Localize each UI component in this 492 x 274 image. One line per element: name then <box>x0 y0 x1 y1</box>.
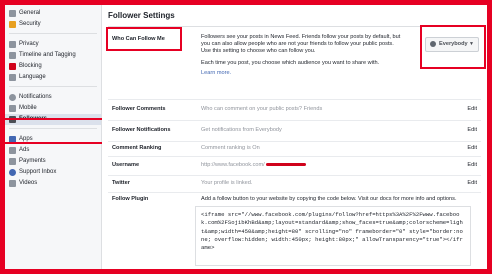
who-can-follow-description: Followers see your posts in News Feed. F… <box>201 34 401 77</box>
lock-icon <box>9 41 16 48</box>
sidebar-item-notifications[interactable]: Notifications <box>5 92 101 103</box>
edit-link[interactable]: Edit <box>467 127 477 133</box>
payments-icon <box>9 158 16 165</box>
sidebar-item-label: Mobile <box>19 105 37 111</box>
video-icon <box>9 180 16 187</box>
sidebar-item-language[interactable]: Language <box>5 72 101 83</box>
learn-more-link[interactable]: Learn more. <box>201 70 401 77</box>
sidebar-group-privacy: Privacy Timeline and Tagging Blocking La… <box>5 36 101 83</box>
sidebar-item-payments[interactable]: Payments <box>5 156 101 167</box>
follow-plugin-label: Follow Plugin <box>112 196 149 202</box>
gear-icon <box>9 10 16 17</box>
edit-link[interactable]: Edit <box>467 162 477 168</box>
row-label: Comment Ranking <box>112 145 162 151</box>
edit-link[interactable]: Edit <box>467 106 477 112</box>
row-value: Comment ranking is On <box>201 145 260 151</box>
row-label: Username <box>112 162 140 168</box>
row-label: Follower Comments <box>112 106 166 112</box>
sidebar-item-general[interactable]: General <box>5 8 101 19</box>
globe-icon <box>9 94 16 101</box>
who-can-follow-highlight <box>106 27 182 51</box>
username-value: http://www.facebook.com/ <box>201 162 306 168</box>
sidebar-item-support-inbox[interactable]: Support Inbox <box>5 167 101 178</box>
settings-window: General Security Privacy Timeline and Ta… <box>5 5 487 269</box>
follow-plugin-description: Add a follow button to your website by c… <box>201 196 457 202</box>
username-row: Username http://www.facebook.com/ Edit <box>108 157 481 176</box>
sidebar-item-label: Privacy <box>19 41 39 47</box>
sidebar-item-label: Ads <box>19 147 30 153</box>
who-can-follow-desc-text: Followers see your posts in News Feed. F… <box>201 34 401 54</box>
sidebar-item-label: Security <box>19 21 41 27</box>
sidebar-item-label: Blocking <box>19 63 42 69</box>
row-value: Your profile is linked. <box>201 180 253 186</box>
username-url: http://www.facebook.com/ <box>201 162 265 168</box>
sidebar-item-label: Notifications <box>19 94 52 100</box>
edit-link[interactable]: Edit <box>467 145 477 151</box>
redaction-mark <box>265 163 306 167</box>
sidebar-item-label: Videos <box>19 180 38 186</box>
sidebar-item-label: General <box>19 10 41 16</box>
row-label: Twitter <box>112 180 130 186</box>
sidebar-item-blocking[interactable]: Blocking <box>5 61 101 72</box>
page-title: Follower Settings <box>108 11 175 20</box>
sidebar-item-privacy[interactable]: Privacy <box>5 39 101 50</box>
sidebar-item-security[interactable]: Security <box>5 19 101 30</box>
support-icon <box>9 169 16 176</box>
sidebar-item-label: Payments <box>19 158 46 164</box>
language-icon <box>9 74 16 81</box>
row-label: Follower Notifications <box>112 127 171 133</box>
sidebar-item-label: Language <box>19 74 46 80</box>
sidebar-item-label: Support Inbox <box>19 169 57 175</box>
row-value: Get notifications from Everybody <box>201 127 282 133</box>
sidebar-group-account: General Security <box>5 5 101 30</box>
twitter-row: Twitter Your profile is linked. Edit <box>108 176 481 193</box>
follower-notifications-row: Follower Notifications Get notifications… <box>108 121 481 142</box>
sidebar-item-label: Timeline and Tagging <box>19 52 76 58</box>
edit-link[interactable]: Edit <box>467 180 477 186</box>
mobile-icon <box>9 105 16 112</box>
sidebar-item-mobile[interactable]: Mobile <box>5 103 101 114</box>
audience-highlight <box>420 25 486 69</box>
block-icon <box>9 63 16 70</box>
follower-comments-row: Follower Comments Who can comment on you… <box>108 100 481 121</box>
sidebar-item-timeline[interactable]: Timeline and Tagging <box>5 50 101 61</box>
who-can-follow-desc-text-2: Each time you post, you choose which aud… <box>201 60 380 66</box>
sidebar-divider <box>9 86 97 87</box>
sidebar-divider <box>9 33 97 34</box>
timeline-icon <box>9 52 16 59</box>
embed-code-box[interactable]: <iframe src="//www.facebook.com/plugins/… <box>195 206 471 266</box>
sidebar-item-videos[interactable]: Videos <box>5 178 101 189</box>
ads-icon <box>9 147 16 154</box>
sidebar-item-ads[interactable]: Ads <box>5 145 101 156</box>
followers-highlight <box>5 118 105 144</box>
comment-ranking-row: Comment Ranking Comment ranking is On Ed… <box>108 142 481 157</box>
shield-icon <box>9 21 16 28</box>
row-value: Who can comment on your public posts? Fr… <box>201 106 323 112</box>
